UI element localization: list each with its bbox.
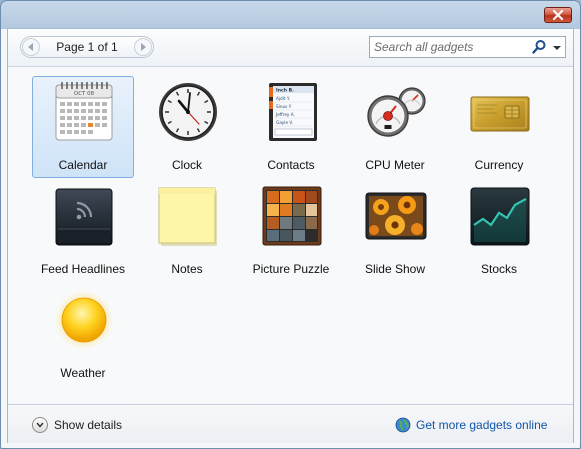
gadget-tile-feed-headlines[interactable]: Feed Headlines (32, 180, 134, 282)
get-more-gadgets-label: Get more gadgets online (416, 418, 548, 432)
gadget-tile-cpu-meter[interactable]: CPU Meter (344, 76, 446, 178)
cpu-meter-icon (365, 81, 427, 143)
gadget-label: Notes (171, 262, 203, 276)
arrow-right-icon (141, 43, 146, 51)
sticky-note-icon (157, 185, 219, 247)
show-details-label: Show details (54, 418, 123, 432)
weather-sun-icon (53, 289, 115, 351)
clock-icon (157, 81, 219, 143)
page-navigator: Page 1 of 1 (20, 36, 154, 58)
gadget-grid: OCT 08 Calendar Clock Inch B. Ajdit Y. S… (8, 67, 573, 403)
page-indicator: Page 1 of 1 (56, 40, 118, 54)
gadget-tile-slide-show[interactable]: Slide Show (344, 180, 446, 282)
next-page-button[interactable] (134, 38, 152, 56)
search-button[interactable] (531, 39, 547, 55)
search-options-dropdown[interactable] (550, 39, 564, 55)
gadget-label: CPU Meter (365, 158, 425, 172)
rss-feed-icon (53, 185, 115, 247)
contacts-name-3: Sinus Y. (276, 104, 292, 109)
search-input[interactable] (374, 39, 524, 55)
gadget-label: Calendar (58, 158, 108, 172)
calendar-month-label: OCT 08 (74, 91, 95, 97)
show-details-toggle[interactable]: Show details (32, 416, 122, 434)
contacts-name-2: Ajdit Y. (276, 96, 290, 101)
globe-icon (395, 417, 411, 433)
gallery-footer: Show details Get more gadgets online (8, 404, 573, 443)
gadget-tile-stocks[interactable]: Stocks (448, 180, 550, 282)
gadget-tile-contacts[interactable]: Inch B. Ajdit Y. Sinus Y. Jeffrey A. Gay… (240, 76, 342, 178)
gadget-label: Weather (60, 366, 106, 380)
chevron-down-icon (553, 46, 561, 50)
picture-puzzle-icon (261, 185, 323, 247)
contacts-name-5: Gayle V. (276, 120, 293, 125)
contacts-icon: Inch B. Ajdit Y. Sinus Y. Jeffrey A. Gay… (261, 81, 323, 143)
search-icon (532, 40, 546, 54)
calendar-icon: OCT 08 (53, 81, 115, 143)
contacts-name-1: Inch B. (276, 88, 294, 94)
contacts-name-4: Jeffrey A. (275, 112, 295, 117)
gallery-toolbar: Page 1 of 1 (8, 29, 573, 67)
close-x-icon (552, 10, 564, 20)
gadget-label: Clock (171, 158, 202, 172)
gadget-tile-weather[interactable]: Weather (32, 284, 134, 386)
gadget-label: Slide Show (364, 262, 426, 276)
gadget-tile-notes[interactable]: Notes (136, 180, 238, 282)
slide-show-icon (365, 185, 427, 247)
gadget-gallery-window: Page 1 of 1 Search all gadgets OCT 08 Ca… (0, 0, 581, 449)
arrow-left-icon (28, 43, 33, 51)
gadget-label: Feed Headlines (40, 262, 126, 276)
chevron-down-circle-icon (32, 417, 48, 433)
gallery-panel: Page 1 of 1 Search all gadgets OCT 08 Ca… (7, 28, 574, 443)
gadget-tile-calendar[interactable]: OCT 08 Calendar (32, 76, 134, 178)
get-more-gadgets-link[interactable]: Get more gadgets online (395, 416, 547, 434)
gadget-tile-picture-puzzle[interactable]: Picture Puzzle (240, 180, 342, 282)
gadget-label: Contacts (267, 158, 315, 172)
gadget-label: Stocks (480, 262, 517, 276)
gadget-label: Currency (474, 158, 524, 172)
stocks-chart-icon (469, 185, 531, 247)
gadget-tile-clock[interactable]: Clock (136, 76, 238, 178)
gadget-label: Picture Puzzle (252, 262, 330, 276)
search-box (369, 36, 566, 58)
currency-icon (469, 81, 531, 143)
gadget-tile-currency[interactable]: Currency (448, 76, 550, 178)
previous-page-button[interactable] (22, 38, 40, 56)
close-button[interactable] (544, 7, 572, 23)
